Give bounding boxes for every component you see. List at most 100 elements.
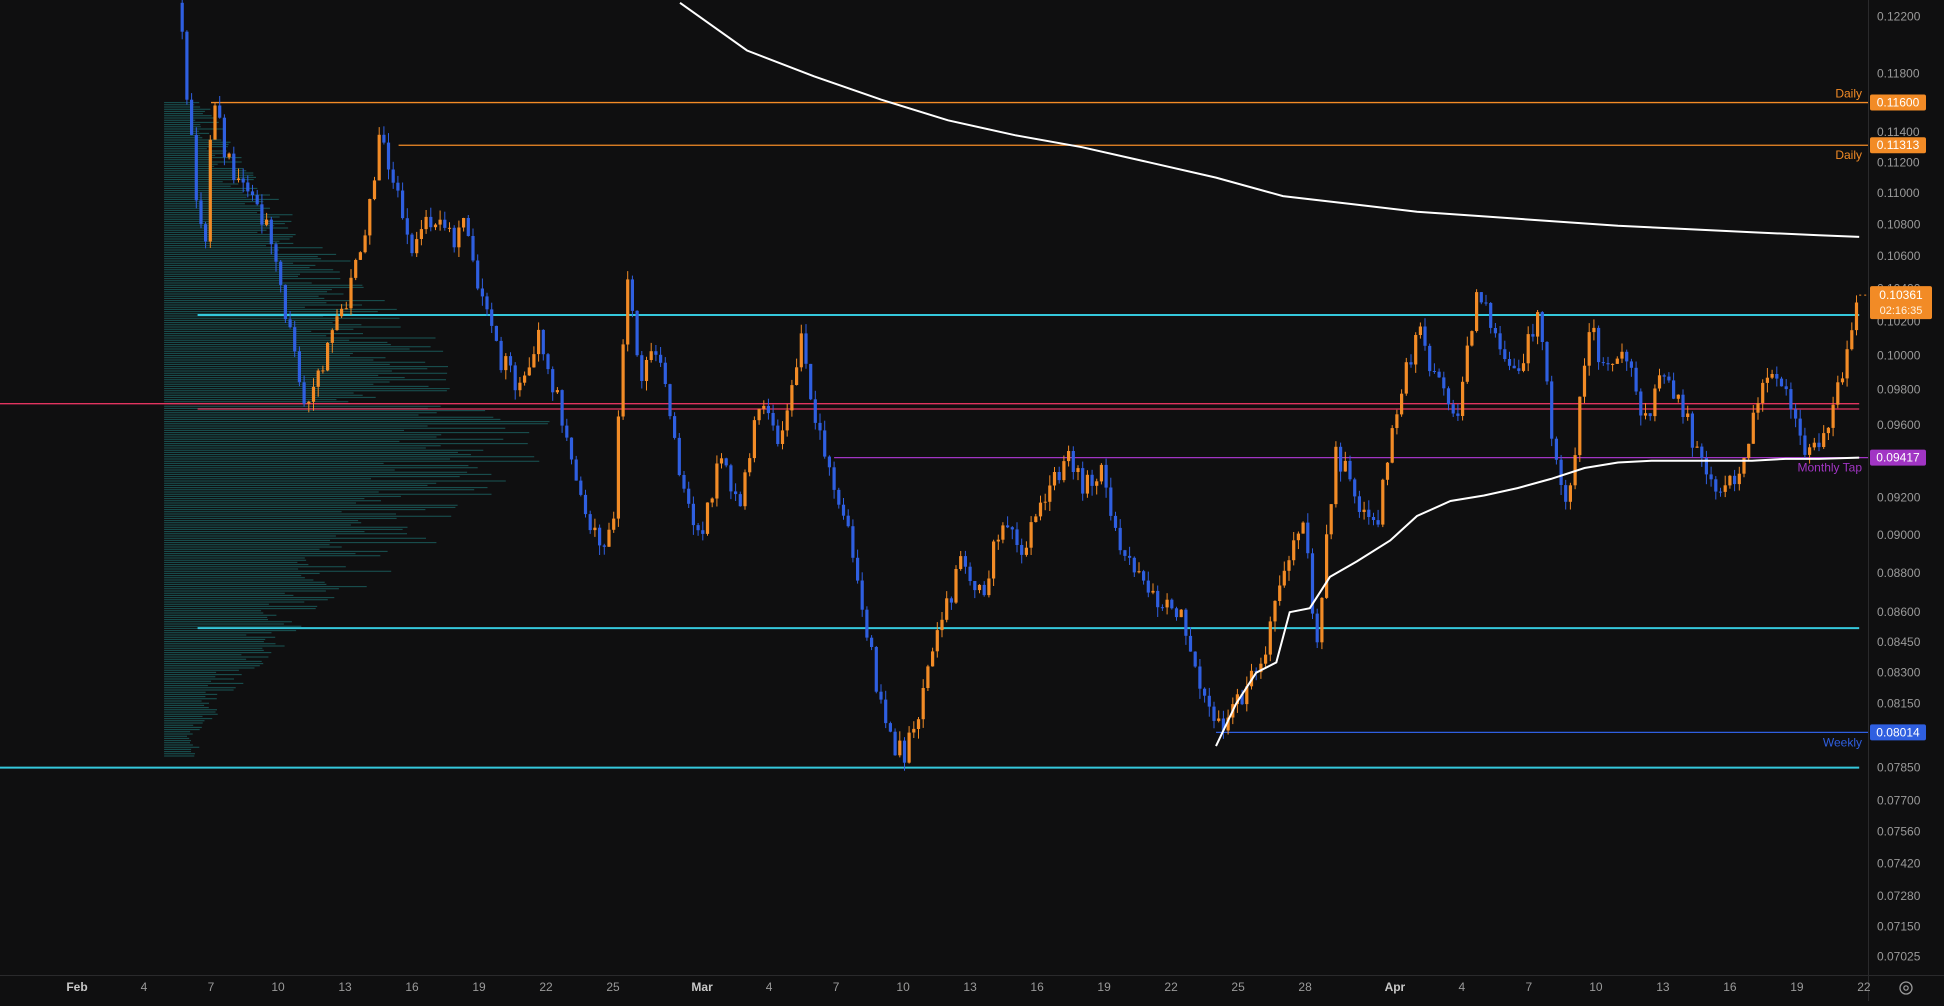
candle-body [1554,438,1558,460]
candle-body [1639,391,1643,416]
candle-body [1057,472,1061,481]
x-tick-label: Feb [66,980,87,994]
candle-body [1212,706,1216,721]
x-tick-label: 19 [1097,980,1111,994]
candle-body [1517,368,1521,371]
candle-body [424,216,428,230]
candle-body [1099,464,1103,482]
candle-body [902,740,907,763]
candle-body [579,480,583,495]
x-tick-label: 16 [1723,980,1737,994]
chart-root[interactable]: Daily Daily Monthly Tap Weekly 0.12200 0.118… [0,0,1944,1001]
candle-body [222,117,226,158]
candle-body [565,425,569,438]
candle-body [1826,427,1830,434]
candle-body [349,277,353,309]
x-tick-label: 10 [1589,980,1603,994]
candle-body [358,252,362,260]
candle-body [1526,334,1530,364]
candle-body [644,360,649,381]
candle-body [1587,332,1591,366]
candle-body [1203,688,1207,696]
candle-body [1418,326,1422,335]
candle-body [1854,302,1859,331]
candle-body [1784,386,1788,390]
candle-body [1010,527,1014,530]
y-tick-label: 0.07150 [1877,920,1921,934]
candle-body [485,296,489,310]
candle-body [1840,378,1845,383]
candle-body [945,598,949,620]
candle-body [1770,374,1774,378]
candle-body [527,367,531,376]
candle-body [1643,413,1648,416]
candle-body [523,375,527,383]
candle-body [1559,459,1563,485]
y-tick-label: 0.08450 [1877,635,1921,649]
candle-body [1521,363,1526,371]
candle-body [912,728,916,733]
candle-body [490,309,494,326]
candle-body [401,190,405,219]
candle-body [185,31,189,100]
candle-body [386,142,391,170]
candle-body [654,351,658,355]
candle-body [687,488,691,504]
candle-body [663,362,667,384]
x-tick-label: 10 [271,980,285,994]
candle-body [1765,377,1769,383]
candle-body [841,504,846,516]
candle-body [785,410,789,431]
candle-body [1489,303,1493,328]
candle-body [1343,460,1347,472]
candle-body [480,288,484,297]
candle-body [1264,654,1268,664]
candle-body [851,526,855,558]
candle-body [1268,621,1272,655]
x-tick-label: Mar [691,980,713,994]
candle-body [354,260,358,278]
candle-body [1690,413,1694,448]
candle-body [635,310,639,356]
x-tick-label: 13 [963,980,977,994]
candle-body [1601,362,1605,364]
candle-body [574,459,578,481]
candle-body [1113,515,1118,528]
candle-body [1071,451,1075,472]
candle-body [190,99,194,135]
candle-body [710,498,714,503]
candle-body [1451,404,1455,414]
y-tick-label: 0.07280 [1877,889,1921,903]
y-tick-label: 0.07025 [1877,950,1921,964]
price-badge-text-daily-1: 0.11600 [1877,96,1920,110]
candle-body [429,216,433,228]
candle-body [1625,351,1629,362]
candle-body [415,239,419,254]
candle-body [1123,550,1127,556]
candle-body [668,384,672,417]
candle-body [1043,501,1047,503]
candle-body [508,356,513,366]
x-tick-label: 4 [1459,980,1466,994]
candle-body [1151,590,1155,593]
candle-body [279,261,283,285]
candle-body [377,134,381,181]
candle-body [499,340,503,371]
candle-body [180,2,184,32]
y-tick-label: 0.08150 [1877,697,1921,711]
candle-body [391,169,395,183]
candle-body [1718,491,1723,493]
candle-body [462,218,466,228]
candle-body [696,525,700,531]
candle-body [255,195,259,205]
candle-body [893,731,897,756]
candle-body [949,598,953,603]
candle-body [1808,447,1812,455]
candle-body [1737,473,1741,485]
price-chart[interactable]: Daily Daily Monthly Tap Weekly 0.12200 0.118… [0,0,1944,1001]
x-tick-label: 22 [539,980,553,994]
candle-body [1198,666,1202,689]
candle-body [1371,517,1376,520]
candle-body [452,227,456,248]
candle-body [719,458,724,464]
